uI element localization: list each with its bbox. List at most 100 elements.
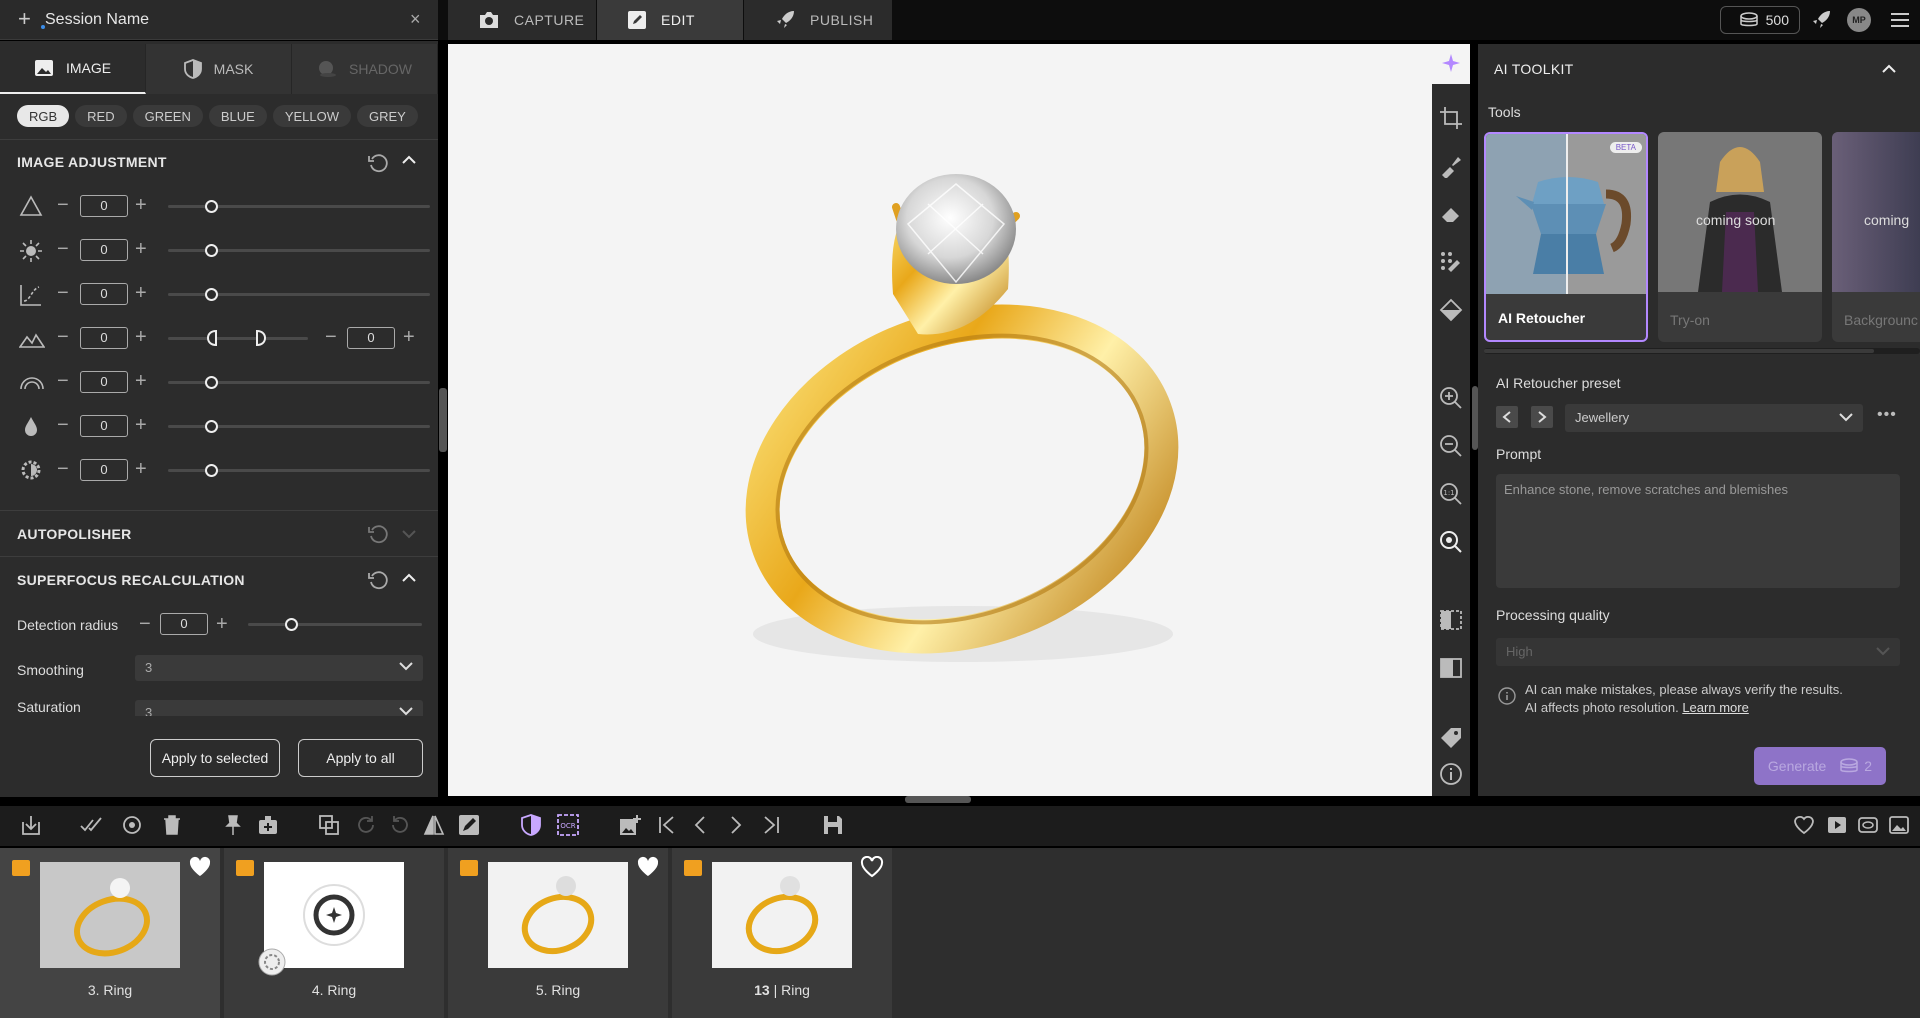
increment-button[interactable]: + — [135, 459, 147, 479]
thumbnail-5[interactable]: 5. Ring — [448, 848, 668, 1018]
save-icon[interactable] — [822, 814, 844, 836]
redo-icon[interactable] — [355, 814, 377, 836]
favorite-heart-icon[interactable] — [188, 856, 212, 878]
collapse-chevron-icon[interactable] — [402, 573, 416, 583]
filmstrip-collapse-handle[interactable] — [905, 796, 971, 803]
detection-radius-track[interactable] — [248, 623, 422, 626]
crop-icon[interactable] — [1439, 106, 1463, 130]
zoom-in-icon[interactable] — [1439, 386, 1463, 410]
chip-rgb[interactable]: RGB — [17, 105, 70, 127]
session-tab[interactable]: + Session Name × — [0, 0, 438, 40]
decrement-button[interactable]: − — [57, 459, 69, 479]
trash-icon[interactable] — [161, 814, 183, 836]
tab-mask[interactable]: MASK — [146, 44, 292, 94]
flip-icon[interactable] — [423, 814, 445, 836]
increment-button[interactable]: + — [135, 327, 147, 347]
collapse-chevron-icon[interactable] — [402, 155, 416, 165]
decrement-button[interactable]: − — [57, 195, 69, 215]
360-filter-icon[interactable] — [1857, 814, 1879, 836]
add-image-icon[interactable] — [619, 814, 641, 836]
eraser-icon[interactable] — [1439, 202, 1463, 226]
decrement-button[interactable]: − — [57, 371, 69, 391]
slider-handle[interactable] — [205, 376, 218, 389]
pin-icon[interactable] — [222, 814, 244, 836]
levels-right-handle[interactable] — [256, 330, 266, 346]
chip-yellow[interactable]: YELLOW — [272, 105, 352, 127]
slider-handle[interactable] — [205, 200, 218, 213]
preset-next-button[interactable] — [1531, 406, 1553, 428]
tab-publish[interactable]: PUBLISH — [744, 0, 892, 40]
reset-icon[interactable] — [367, 523, 389, 545]
more-options-icon[interactable]: ••• — [1877, 406, 1897, 424]
slider-handle[interactable] — [205, 464, 218, 477]
image-adjustment-header[interactable]: IMAGE ADJUSTMENT — [0, 139, 438, 183]
smoothing-select[interactable]: 3 — [135, 655, 423, 681]
value-input[interactable]: 0 — [80, 327, 128, 349]
slider-handle[interactable] — [205, 288, 218, 301]
value-input-secondary[interactable]: 0 — [347, 327, 395, 349]
import-icon[interactable] — [20, 814, 42, 836]
thumbnail-3[interactable]: 3. Ring — [0, 848, 220, 1018]
preset-select[interactable]: Jewellery — [1565, 404, 1863, 432]
prompt-textarea[interactable]: Enhance stone, remove scratches and blem… — [1496, 474, 1900, 588]
thumbnail-13[interactable]: 13 | Ring — [672, 848, 892, 1018]
avatar[interactable]: MP — [1847, 8, 1871, 32]
reset-icon[interactable] — [367, 152, 389, 174]
slider-handle[interactable] — [205, 244, 218, 257]
apply-to-all-button[interactable]: Apply to all — [298, 739, 423, 777]
quality-select[interactable]: High — [1496, 638, 1900, 666]
favorite-heart-outline-icon[interactable] — [860, 856, 884, 878]
increment-button[interactable]: + — [135, 239, 147, 259]
thumbnail-4[interactable]: 4. Ring — [224, 848, 444, 1018]
previous-icon[interactable] — [690, 814, 712, 836]
value-input[interactable]: 0 — [80, 371, 128, 393]
decrement-button[interactable]: − — [325, 327, 337, 347]
decrement-button[interactable]: − — [57, 239, 69, 259]
tool-card-ai-retoucher[interactable]: BETA AI Retoucher — [1484, 132, 1648, 342]
compare-split-icon[interactable] — [1439, 608, 1463, 632]
retouch-brush-icon[interactable] — [1439, 154, 1463, 178]
ai-tool-slot[interactable] — [1432, 44, 1470, 84]
edit-photo-icon[interactable] — [458, 814, 480, 836]
reset-icon[interactable] — [367, 569, 389, 591]
chip-red[interactable]: RED — [75, 105, 127, 127]
zoom-actual-size-icon[interactable]: 1:1 — [1439, 482, 1463, 506]
increment-button[interactable]: + — [135, 371, 147, 391]
next-icon[interactable] — [724, 814, 746, 836]
info-icon[interactable] — [1439, 762, 1463, 786]
collapse-chevron-icon[interactable] — [1882, 64, 1896, 74]
detection-radius-input[interactable]: 0 — [160, 613, 208, 635]
increment-button[interactable]: + — [135, 283, 147, 303]
increment-button[interactable]: + — [135, 195, 147, 215]
decrement-button[interactable]: − — [57, 327, 69, 347]
superfocus-header[interactable]: SUPERFOCUS RECALCULATION — [0, 556, 438, 602]
decrement-button[interactable]: − — [57, 283, 69, 303]
apply-to-selected-button[interactable]: Apply to selected — [150, 739, 280, 777]
tool-card-try-on[interactable]: coming soon Try-on — [1658, 132, 1822, 342]
menu-icon[interactable] — [1890, 11, 1910, 29]
tag-icon[interactable] — [1439, 726, 1463, 750]
value-input[interactable]: 0 — [80, 283, 128, 305]
slider-handle[interactable] — [205, 420, 218, 433]
stamp-icon[interactable] — [257, 814, 279, 836]
video-filter-icon[interactable] — [1826, 814, 1848, 836]
favorite-heart-icon[interactable] — [636, 856, 660, 878]
value-input[interactable]: 0 — [80, 415, 128, 437]
tool-card-background[interactable]: coming Backgrounc — [1832, 132, 1920, 342]
credits-badge[interactable]: 500 — [1720, 6, 1800, 34]
increment-button[interactable]: + — [135, 415, 147, 435]
first-icon[interactable] — [656, 814, 678, 836]
launch-icon[interactable] — [1810, 9, 1832, 31]
expand-chevron-icon[interactable] — [402, 529, 416, 539]
increment-button[interactable]: + — [216, 614, 228, 634]
select-all-icon[interactable] — [80, 814, 102, 836]
image-canvas[interactable] — [448, 44, 1432, 796]
dots-brush-icon[interactable] — [1439, 250, 1463, 274]
saturation-select[interactable]: 3 — [135, 700, 423, 716]
tools-scrollbar-thumb[interactable] — [1484, 349, 1874, 353]
preset-prev-button[interactable] — [1496, 406, 1518, 428]
last-icon[interactable] — [760, 814, 782, 836]
value-input[interactable]: 0 — [80, 239, 128, 261]
compare-side-icon[interactable] — [1439, 656, 1463, 680]
detection-radius-handle[interactable] — [285, 618, 298, 631]
